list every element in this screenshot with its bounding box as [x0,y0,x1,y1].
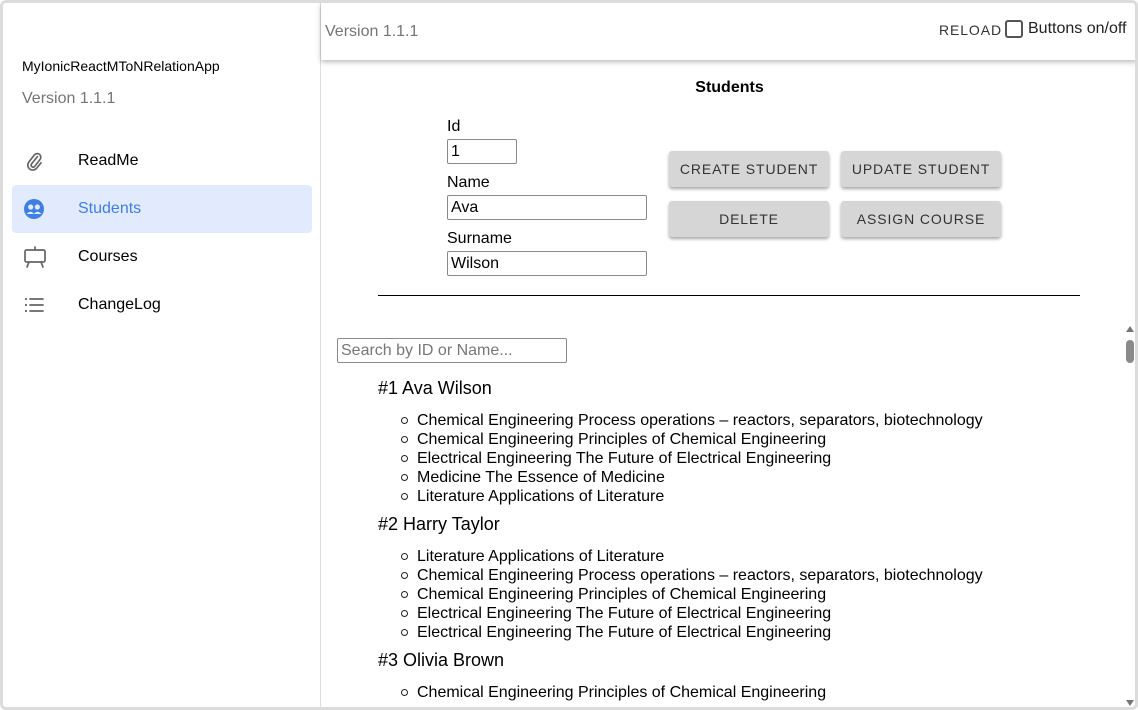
easel-icon [12,245,78,269]
course-item: Chemical Engineering Principles of Chemi… [398,430,1121,449]
course-item: Chemical Engineering Process operations … [398,411,1121,430]
toolbar: Version 1.1.1 RELOAD Buttons on/off [321,3,1135,60]
course-item: Electrical Engineering The Future of Ele… [398,449,1121,468]
update-student-button[interactable]: UPDATE STUDENT [841,151,1001,187]
student-list: #1 Ava Wilson Chemical Engineering Proce… [321,370,1121,707]
sidebar: MyIonicReactMToNRelationApp Version 1.1.… [3,3,321,707]
student-name: #3 Olivia Brown [378,650,505,670]
course-item: Literature Applications of Literature [398,547,1121,566]
paperclip-icon [12,149,78,173]
sidebar-item-changelog[interactable]: ChangeLog [12,281,312,329]
student-name: #2 Harry Taylor [378,514,500,534]
student-item: #1 Ava Wilson Chemical Engineering Proce… [378,378,1121,506]
sidebar-item-readme[interactable]: ReadMe [12,137,312,185]
course-item: Chemical Engineering Process operations … [398,566,1121,585]
search-input[interactable] [337,338,567,363]
scroll-down-arrow-icon[interactable] [1126,700,1134,706]
header-version: Version 1.1.1 [325,23,419,40]
sidebar-item-label: Courses [78,248,138,265]
id-label: Id [447,118,461,135]
buttons-toggle[interactable]: Buttons on/off [1005,20,1126,38]
student-item: #3 Olivia Brown Chemical Engineering Pri… [378,650,1121,702]
app-window: MyIonicReactMToNRelationApp Version 1.1.… [0,0,1138,710]
sidebar-item-students[interactable]: Students [12,185,312,233]
page-title: Students [695,79,764,96]
sidebar-version: Version 1.1.1 [22,90,116,107]
create-student-button[interactable]: CREATE STUDENT [669,151,829,187]
name-label: Name [447,174,490,191]
id-field[interactable] [447,139,517,164]
scrollbar[interactable] [1123,323,1135,707]
scroll-up-arrow-icon[interactable] [1126,326,1134,332]
buttons-toggle-checkbox[interactable] [1005,20,1023,38]
sidebar-menu: ReadMe Students Courses ChangeLog [12,137,312,329]
course-item: Literature Applications of Literature [398,487,1121,506]
course-item: Chemical Engineering Principles of Chemi… [398,585,1121,604]
reload-button[interactable]: RELOAD [939,22,1002,38]
main-content: Students Id Name Surname CREATE STUDENT … [321,60,1135,707]
student-item: #2 Harry Taylor Literature Applications … [378,514,1121,642]
course-item: Electrical Engineering The Future of Ele… [398,604,1121,623]
sidebar-item-label: ReadMe [78,152,139,169]
surname-field[interactable] [447,251,647,276]
course-list: Chemical Engineering Principles of Chemi… [398,683,1121,702]
course-list: Literature Applications of Literature Ch… [398,547,1121,642]
course-item: Chemical Engineering Principles of Chemi… [398,683,1121,702]
sidebar-item-label: ChangeLog [78,296,161,313]
course-item: Medicine The Essence of Medicine [398,468,1121,487]
buttons-toggle-label: Buttons on/off [1028,20,1127,37]
scrollbar-thumb[interactable] [1126,340,1134,363]
student-name: #1 Ava Wilson [378,378,492,398]
divider [378,295,1080,296]
course-list: Chemical Engineering Process operations … [398,411,1121,506]
name-field[interactable] [447,195,647,220]
sidebar-item-courses[interactable]: Courses [12,233,312,281]
course-item: Electrical Engineering The Future of Ele… [398,623,1121,642]
list-icon [12,293,78,317]
app-title: MyIonicReactMToNRelationApp [22,58,220,74]
delete-button[interactable]: DELETE [669,201,829,237]
people-circle-icon [12,197,78,221]
sidebar-item-label: Students [78,200,142,217]
assign-course-button[interactable]: ASSIGN COURSE [841,201,1001,237]
surname-label: Surname [447,230,512,247]
